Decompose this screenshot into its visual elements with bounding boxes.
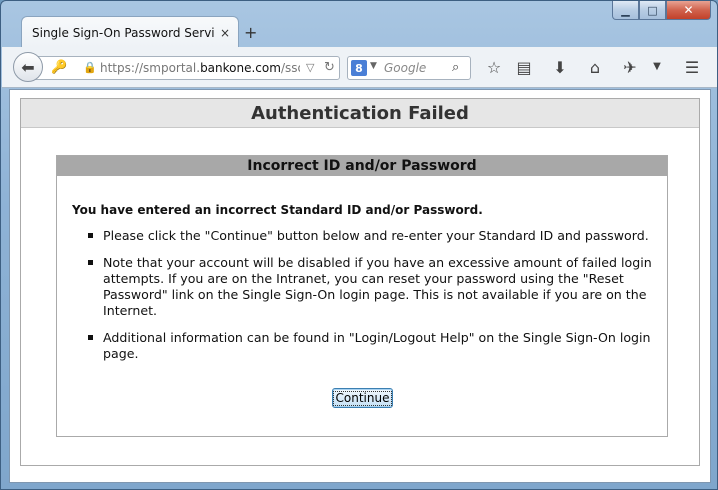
search-bar[interactable]: 8 ▼ Google ⌕	[347, 56, 471, 80]
reload-icon[interactable]: ↻	[324, 60, 335, 75]
error-box-title: Incorrect ID and/or Password	[57, 156, 667, 176]
back-button[interactable]: ⬅	[13, 52, 43, 82]
continue-button-label: Continue	[332, 390, 393, 406]
list-item: Please click the "Continue" button below…	[87, 228, 657, 244]
menu-dropdown-icon[interactable]: ▼	[647, 61, 667, 72]
minimize-button[interactable]: ▁	[612, 1, 639, 20]
url-text[interactable]: https://smportal.bankone.com/sso/A	[100, 61, 300, 75]
dropdown-icon[interactable]: ▽	[306, 61, 314, 74]
maximize-button[interactable]: □	[639, 1, 666, 20]
list-item: Additional information can be found in "…	[87, 330, 657, 362]
google-search-engine-icon[interactable]: 8	[351, 60, 367, 76]
tab-title: Single Sign-On Password Servi...	[32, 25, 214, 40]
tab-active[interactable]: Single Sign-On Password Servi... ×	[21, 16, 239, 48]
tab-close-icon[interactable]: ×	[220, 26, 230, 40]
search-input[interactable]: Google	[384, 61, 426, 75]
error-box: Incorrect ID and/or Password You have en…	[56, 155, 668, 437]
reading-list-icon[interactable]: ▤	[514, 58, 534, 77]
list-item: Note that your account will be disabled …	[87, 255, 657, 319]
search-icon[interactable]: ⌕	[452, 60, 459, 75]
download-icon[interactable]: ⬇	[550, 58, 570, 77]
home-icon[interactable]: ⌂	[585, 58, 605, 77]
close-window-button[interactable]: ✕	[666, 1, 711, 20]
star-icon[interactable]: ☆	[484, 58, 504, 77]
browser-window: ▁ □ ✕ Single Sign-On Password Servi... ×…	[0, 0, 718, 490]
addon-icon[interactable]: ✈	[620, 58, 640, 77]
lock-icon[interactable]: 🔒	[83, 61, 97, 74]
continue-button[interactable]: Continue	[332, 388, 393, 408]
window-controls: ▁ □ ✕	[612, 1, 711, 21]
hamburger-menu-icon[interactable]: ☰	[682, 58, 702, 77]
search-engine-dropdown-icon[interactable]: ▼	[370, 61, 377, 71]
navigation-toolbar: 🔑 🔒 https://smportal.bankone.com/sso/A ▽…	[2, 47, 717, 88]
new-tab-button[interactable]: +	[244, 23, 257, 42]
key-icon[interactable]: 🔑	[51, 60, 67, 75]
url-bar[interactable]: 🔑 🔒 https://smportal.bankone.com/sso/A ▽…	[32, 56, 340, 80]
back-icon: ⬅	[21, 57, 35, 77]
error-message: You have entered an incorrect Standard I…	[72, 203, 483, 217]
page-content: Authentication Failed Incorrect ID and/o…	[9, 89, 711, 483]
instructions-list: Please click the "Continue" button below…	[87, 228, 657, 373]
auth-panel: Authentication Failed Incorrect ID and/o…	[20, 98, 700, 466]
page-title: Authentication Failed	[21, 99, 699, 128]
